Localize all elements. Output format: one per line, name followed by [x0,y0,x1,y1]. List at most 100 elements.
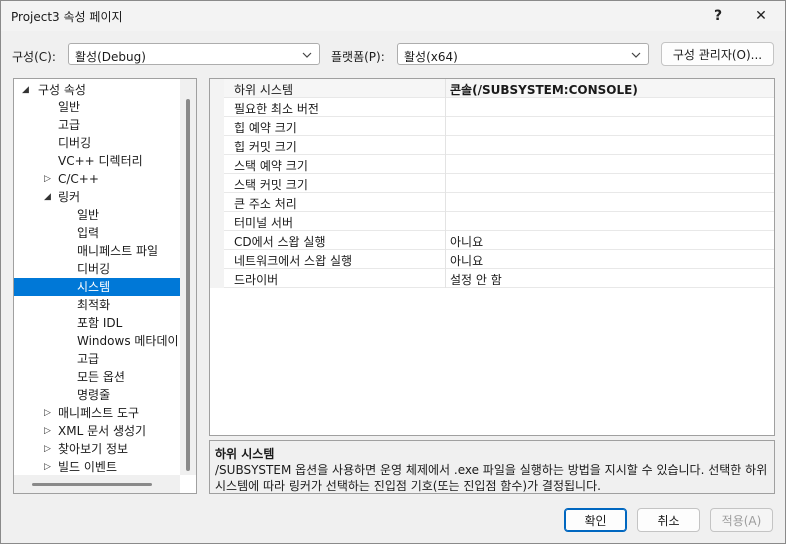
scroll-thumb[interactable] [186,99,190,471]
property-row[interactable]: 힙 예약 크기 [210,117,774,136]
scroll-thumb[interactable] [32,483,152,486]
tree-item[interactable]: ▷ 빌드 이벤트 [14,458,180,476]
tree-item-label: 매니페스트 도구 [58,406,140,420]
expand-arrow-icon[interactable]: ▷ [44,404,54,422]
tree-item[interactable]: 일반 [14,98,180,116]
config-value: 활성(Debug) [75,50,146,64]
tree-item-label: 입력 [77,226,100,240]
tree-item[interactable]: 일반 [14,206,180,224]
column-divider [445,79,446,98]
expand-arrow-icon[interactable]: ▷ [44,170,54,188]
row-margin [210,212,224,231]
column-divider [445,269,446,288]
tree-item-label: 구성 속성 [38,83,86,97]
tree-item-label: XML 문서 생성기 [58,424,147,438]
config-combo[interactable]: 활성(Debug) [68,43,320,65]
tree-horizontal-scrollbar[interactable] [14,475,180,493]
tree-item[interactable]: 입력 [14,224,180,242]
property-value[interactable]: 아니요 [450,252,483,269]
chevron-down-icon [302,52,312,58]
tree-item[interactable]: ▷ 매니페스트 도구 [14,404,180,422]
property-value[interactable]: 설정 안 함 [450,271,502,288]
collapse-arrow-icon[interactable]: ◢ [22,81,32,99]
property-name: 힙 커밋 크기 [234,140,297,154]
platform-combo[interactable]: 활성(x64) [397,43,649,65]
apply-button[interactable]: 적용(A) [710,508,773,532]
property-value[interactable]: 아니요 [450,233,483,250]
tree-item[interactable]: ▷ XML 문서 생성기 [14,422,180,440]
property-name: 네트워크에서 스왑 실행 [234,254,353,268]
column-divider [445,136,446,155]
row-margin [210,250,224,269]
description-text: /SUBSYSTEM 옵션을 사용하면 운영 체제에서 .exe 파일을 실행하… [215,463,768,493]
tree-item[interactable]: 모든 옵션 [14,368,180,386]
close-button[interactable]: ✕ [741,1,781,31]
property-value[interactable]: 콘솔(/SUBSYSTEM:CONSOLE) [450,81,638,98]
property-row[interactable]: 힙 커밋 크기 [210,136,774,155]
tree-item[interactable]: 고급 [14,116,180,134]
column-divider [445,212,446,231]
tree-item[interactable]: ▷ 찾아보기 정보 [14,440,180,458]
property-row[interactable]: 필요한 최소 버전 [210,98,774,117]
tree-item-label: 포함 IDL [77,316,123,330]
tree-item[interactable]: 최적화 [14,296,180,314]
platform-label: 플랫폼(P): [331,50,385,64]
tree-item-label: Windows 메타데이 [77,334,179,348]
property-row[interactable]: 스택 커밋 크기 [210,174,774,193]
config-manager-button[interactable]: 구성 관리자(O)... [661,42,774,66]
row-margin [210,155,224,174]
tree-item[interactable]: 명령줄 [14,386,180,404]
tree-item[interactable]: VC++ 디렉터리 [14,152,180,170]
row-margin [210,174,224,193]
help-button[interactable]: ? [698,1,738,31]
tree-item[interactable]: 디버깅 [14,134,180,152]
property-row[interactable]: 하위 시스템 콘솔(/SUBSYSTEM:CONSOLE) [210,79,774,98]
tree-item[interactable]: 디버깅 [14,260,180,278]
tree-item-label: 찾아보기 정보 [58,442,129,456]
property-name: 스택 커밋 크기 [234,178,308,192]
window-title: Project3 속성 페이지 [11,10,123,24]
tree-item-label: 명령줄 [77,388,111,402]
column-divider [445,174,446,193]
expand-arrow-icon[interactable]: ▷ [44,440,54,458]
tree-item-label: 매니페스트 파일 [77,244,159,258]
tree-item[interactable]: ▷ C/C++ [14,170,180,188]
tree-item[interactable]: ◢ 링커 [14,188,180,206]
property-name: CD에서 스왑 실행 [234,235,326,249]
property-row[interactable]: 스택 예약 크기 [210,155,774,174]
tree-item-label: 최적화 [77,298,111,312]
description-title: 하위 시스템 [215,447,275,461]
tree-item[interactable]: 시스템 [14,278,180,296]
category-tree: ▷ 빌드 이벤트 ▷ 찾아보기 정보 ▷ XML 문서 생성기 ▷ 매니페스트 도구 명령줄 모든… [13,78,197,494]
tree-item-label: C/C++ [58,172,99,186]
row-margin [210,79,224,98]
property-row[interactable]: 드라이버 설정 안 함 [210,269,774,288]
tree-item[interactable]: 포함 IDL [14,314,180,332]
tree-item-label: 링커 [58,190,81,204]
property-row[interactable]: CD에서 스왑 실행 아니요 [210,231,774,250]
expand-arrow-icon[interactable]: ▷ [44,422,54,440]
property-name: 스택 예약 크기 [234,159,308,173]
tree-item-label: VC++ 디렉터리 [58,154,143,168]
tree-item-label: 디버깅 [58,136,92,150]
tree-item-label: 일반 [58,100,81,114]
tree-item-label: 시스템 [77,280,111,294]
tree-vertical-scrollbar[interactable] [180,79,196,475]
tree-item-label: 고급 [77,352,100,366]
collapse-arrow-icon[interactable]: ◢ [44,188,54,206]
row-margin [210,269,224,288]
property-name: 드라이버 [234,273,279,287]
tree-item[interactable]: ◢ 구성 속성 [14,81,180,99]
tree-item[interactable]: Windows 메타데이 [14,332,180,350]
ok-button[interactable]: 확인 [564,508,627,532]
cancel-button[interactable]: 취소 [637,508,700,532]
column-divider [445,193,446,212]
tree-item[interactable]: 고급 [14,350,180,368]
row-margin [210,193,224,212]
expand-arrow-icon[interactable]: ▷ [44,458,54,476]
property-row[interactable]: 네트워크에서 스왑 실행 아니요 [210,250,774,269]
tree-item[interactable]: 매니페스트 파일 [14,242,180,260]
property-row[interactable]: 큰 주소 처리 [210,193,774,212]
property-row[interactable]: 터미널 서버 [210,212,774,231]
property-name: 필요한 최소 버전 [234,102,319,116]
